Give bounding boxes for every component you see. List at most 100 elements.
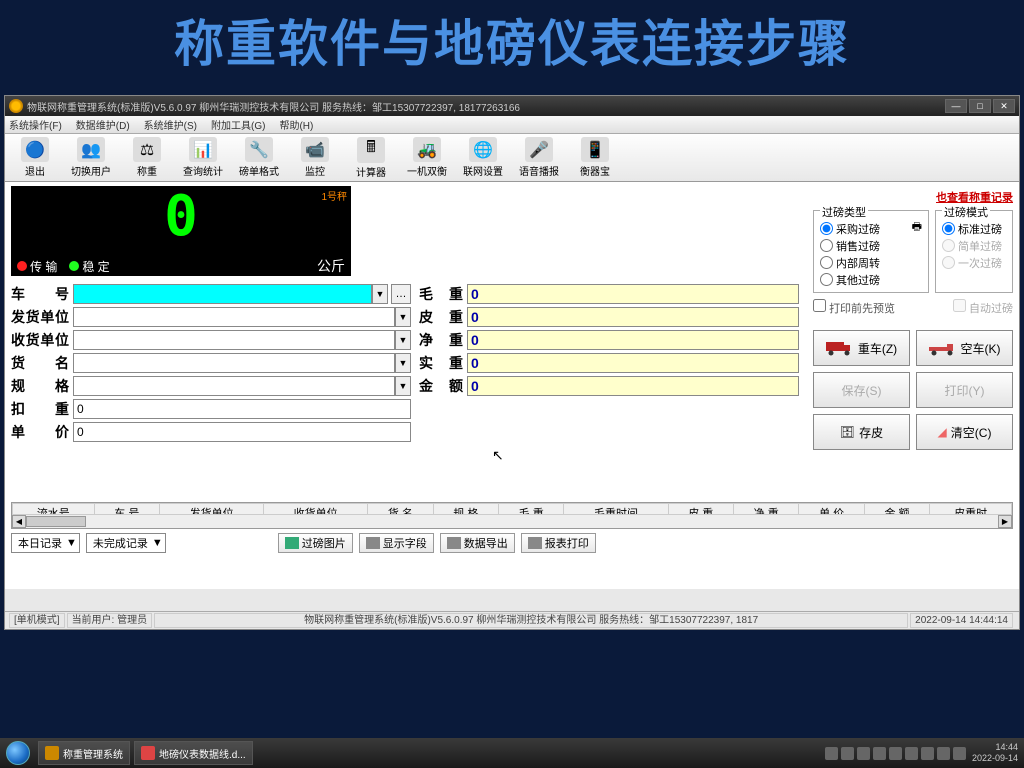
deduct-input[interactable] — [73, 399, 411, 419]
transfer-label: 传 输 — [30, 258, 57, 275]
view-records-link[interactable]: 也查看称重记录 — [936, 192, 1013, 204]
print-icon — [528, 537, 542, 549]
toolbar-5[interactable]: 📹监控 — [287, 136, 343, 179]
taskbar[interactable]: 称重管理系统 地磅仪表数据线.d... 14:442022-09-14 — [0, 738, 1024, 768]
menu-sysmaint[interactable]: 系统维护(S) — [144, 117, 197, 132]
scroll-thumb[interactable] — [26, 516, 86, 527]
clear-button[interactable]: ◢清空(C) — [916, 414, 1013, 450]
toolbar-icon-1: 👥 — [77, 137, 105, 162]
taskbar-item-app[interactable]: 称重管理系统 — [38, 741, 130, 765]
window-statusbar: [单机模式] 当前用户: 管理员 物联网称重管理系统(标准版)V5.6.0.97… — [5, 611, 1019, 629]
status-filter-combo[interactable]: 未完成记录▼ — [86, 533, 166, 553]
close-button[interactable]: ✕ — [993, 99, 1015, 113]
report-print-button[interactable]: 报表打印 — [521, 533, 596, 553]
windows-orb-icon — [6, 741, 30, 765]
store-tare-button[interactable]: 🗄存皮 — [813, 414, 910, 450]
toolbar-icon-5: 📹 — [301, 137, 329, 162]
toolbar-9[interactable]: 🎤语音播报 — [511, 136, 567, 179]
price-input[interactable] — [73, 422, 411, 442]
goods-dropdown[interactable]: ▼ — [395, 353, 411, 373]
menu-addon[interactable]: 附加工具(G) — [211, 117, 265, 132]
toolbar-0[interactable]: 🔵退出 — [7, 136, 63, 179]
app-task-icon — [45, 746, 59, 760]
show-fields-button[interactable]: 显示字段 — [359, 533, 434, 553]
receiver-input[interactable] — [73, 330, 395, 350]
database-icon: 🗄 — [840, 425, 855, 439]
vehicle-more-button[interactable]: … — [391, 284, 411, 304]
export-icon — [447, 537, 461, 549]
toolbar-3[interactable]: 📊查询统计 — [175, 136, 231, 179]
menu-data[interactable]: 数据维护(D) — [76, 117, 130, 132]
amount-label: 金 额 — [419, 376, 467, 396]
heavy-truck-button[interactable]: 重车(Z) — [813, 330, 910, 366]
system-tray[interactable]: 14:442022-09-14 — [819, 742, 1024, 764]
maximize-button[interactable]: □ — [969, 99, 991, 113]
sb-user: 当前用户: 管理员 — [67, 613, 153, 628]
mode-standard-radio[interactable] — [942, 222, 955, 235]
gross-label: 毛 重 — [419, 284, 467, 304]
gross-input[interactable] — [467, 284, 799, 304]
scale-label: 1号秤 — [321, 188, 347, 203]
h-scrollbar[interactable]: ◀ ▶ — [12, 514, 1012, 528]
type-purchase-radio[interactable] — [820, 222, 833, 235]
export-button[interactable]: 数据导出 — [440, 533, 515, 553]
save-button[interactable]: 保存(S) — [813, 372, 910, 408]
receiver-dropdown[interactable]: ▼ — [395, 330, 411, 350]
vehicle-label: 车 号 — [11, 284, 73, 304]
vehicle-input[interactable] — [73, 284, 372, 304]
sb-info: 物联网称重管理系统(标准版)V5.6.0.97 柳州华瑞测控技术有限公司 服务热… — [154, 613, 908, 628]
mode-simple-radio — [942, 239, 955, 252]
print-preview-checkbox[interactable] — [813, 299, 826, 312]
scroll-right-icon[interactable]: ▶ — [998, 515, 1012, 528]
empty-truck-icon — [929, 340, 957, 356]
heavy-truck-icon — [826, 340, 854, 356]
spec-input[interactable] — [73, 376, 395, 396]
sender-dropdown[interactable]: ▼ — [395, 307, 411, 327]
print-button[interactable]: 打印(Y) — [916, 372, 1013, 408]
date-filter-combo[interactable]: 本日记录▼ — [11, 533, 80, 553]
vehicle-dropdown[interactable]: ▼ — [372, 284, 388, 304]
tray-icons[interactable] — [825, 747, 966, 760]
toolbar: 🔵退出👥切换用户⚖称重📊查询统计🔧磅单格式📹监控🖩计算器🚜一机双衡🌐联网设置🎤语… — [5, 134, 1019, 182]
titlebar[interactable]: 物联网称重管理系统(标准版)V5.6.0.97 柳州华瑞测控技术有限公司 服务热… — [5, 96, 1019, 116]
amount-input[interactable] — [467, 376, 799, 396]
menu-help[interactable]: 帮助(H) — [279, 117, 313, 132]
taskbar-item-doc[interactable]: 地磅仪表数据线.d... — [134, 741, 253, 765]
toolbar-1[interactable]: 👥切换用户 — [63, 136, 119, 179]
type-other-radio[interactable] — [820, 273, 833, 286]
toolbar-icon-10: 📱 — [581, 137, 609, 162]
goods-input[interactable] — [73, 353, 395, 373]
sender-input[interactable] — [73, 307, 395, 327]
toolbar-7[interactable]: 🚜一机双衡 — [399, 136, 455, 179]
toolbar-8[interactable]: 🌐联网设置 — [455, 136, 511, 179]
toolbar-4[interactable]: 🔧磅单格式 — [231, 136, 287, 179]
empty-truck-button[interactable]: 空车(K) — [916, 330, 1013, 366]
net-input[interactable] — [467, 330, 799, 350]
weigh-mode-title: 过磅模式 — [942, 204, 990, 220]
type-internal-radio[interactable] — [820, 256, 833, 269]
type-sale-radio[interactable] — [820, 239, 833, 252]
net-label: 净 重 — [419, 330, 467, 350]
toolbar-10[interactable]: 📱衡器宝 — [567, 136, 623, 179]
weight-status: 传 输 稳 定 公斤 — [11, 256, 351, 276]
goods-label: 货 名 — [11, 353, 73, 373]
minimize-button[interactable]: — — [945, 99, 967, 113]
real-input[interactable] — [467, 353, 799, 373]
records-table[interactable]: 流水号车 号发货单位收货单位货 名规 格毛 重毛重时间皮 重净 重单 价金 额皮… — [11, 502, 1013, 529]
tare-label: 皮 重 — [419, 307, 467, 327]
toolbar-icon-3: 📊 — [189, 137, 217, 162]
printer-icon[interactable]: 🖶 — [912, 221, 922, 233]
taskbar-clock[interactable]: 14:442022-09-14 — [972, 742, 1018, 764]
toolbar-6[interactable]: 🖩计算器 — [343, 136, 399, 179]
transfer-led-icon — [17, 261, 27, 271]
spec-dropdown[interactable]: ▼ — [395, 376, 411, 396]
tare-input[interactable] — [467, 307, 799, 327]
auto-weigh-checkbox — [953, 299, 966, 312]
start-button[interactable] — [0, 738, 36, 768]
deduct-label: 扣 重 — [11, 399, 73, 419]
toolbar-2[interactable]: ⚖称重 — [119, 136, 175, 179]
price-label: 单 价 — [11, 422, 73, 442]
weigh-image-button[interactable]: 过磅图片 — [278, 533, 353, 553]
scroll-left-icon[interactable]: ◀ — [12, 515, 26, 528]
menu-system[interactable]: 系统操作(F) — [9, 117, 62, 132]
